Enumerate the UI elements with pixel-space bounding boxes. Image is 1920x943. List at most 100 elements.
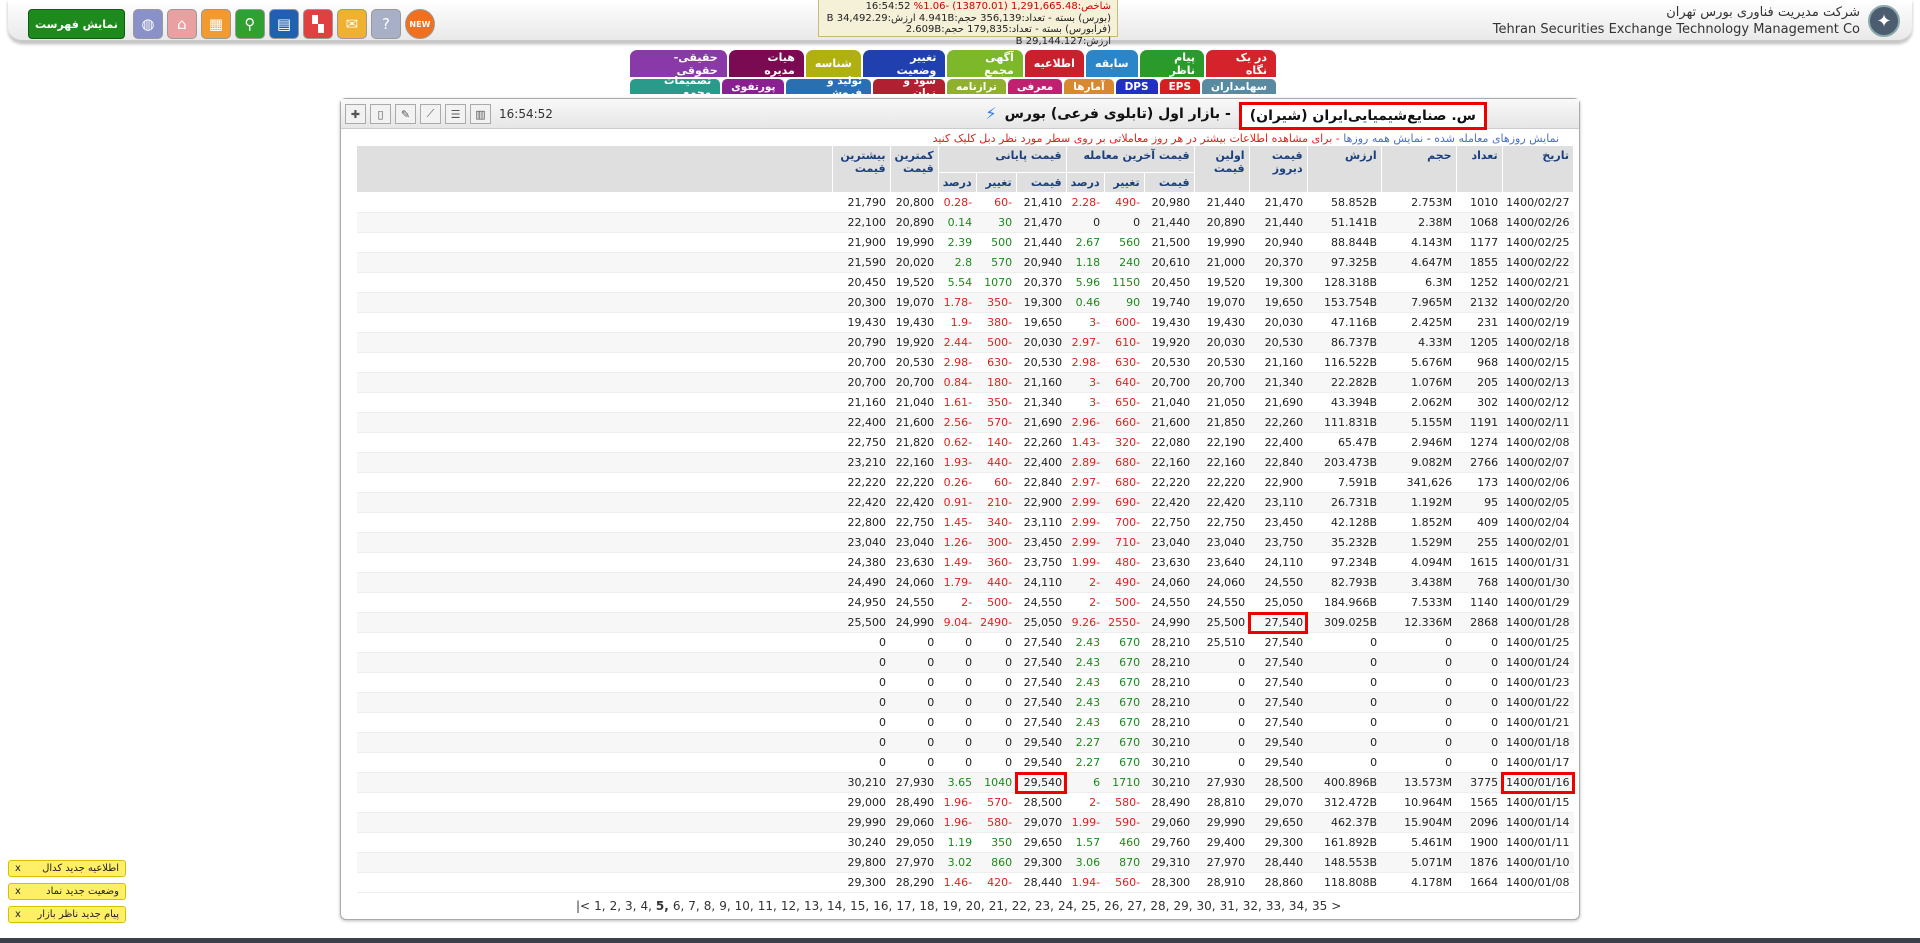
col-last-percent[interactable]: درصد [1065,172,1105,193]
tab-item[interactable]: پورتفوی [722,79,785,94]
pager-page-link[interactable]: 13, [804,899,823,913]
show-list-button[interactable]: نمایش فهرست [28,9,125,39]
notification-item[interactable]: وضعیت جدید نماد x [8,883,126,900]
table-row[interactable]: 1400/02/01 255 1.529M 35.232B 23,750 23,040 23… [356,532,1574,553]
pager-page-link[interactable]: 35 [1312,899,1327,913]
pager-page-link[interactable]: 14, [827,899,846,913]
col-close-price[interactable]: قیمت [1015,172,1067,193]
col-max[interactable]: بیشترین قیمت [831,145,891,193]
pager-page-link[interactable]: 25, [1081,899,1100,913]
pager-page-link[interactable]: 19, [943,899,962,913]
table-row[interactable]: 1400/02/21 1252 6.3M 128.318B 19,300 19,520 20… [356,272,1574,293]
tab-item[interactable]: DPS [1115,79,1158,94]
table-row[interactable]: 1400/02/15 968 5.676M 116.522B 21,160 20,530 2… [356,352,1574,373]
chart-line-icon[interactable]: ⟋ [420,104,441,124]
pager-page-link[interactable]: 8, [704,899,715,913]
close-icon[interactable]: x [15,909,21,920]
table-row[interactable]: 1400/01/30 768 3.438M 82.793B 24,550 24,060 24… [356,572,1574,593]
col-volume[interactable]: حجم [1380,145,1457,193]
tab-item[interactable]: تغییر وضعیت [862,50,946,77]
table-row[interactable]: 1400/01/17 0 0 0 29,540 0 30,210 670 2.27 29,540 0… [356,752,1574,773]
tab-item[interactable]: آگهی مجمع [947,50,1023,77]
pager-page-link[interactable]: 15, [850,899,869,913]
table-row[interactable]: 1400/01/11 1900 5.461M 161.892B 29,300 29,400… [356,832,1574,853]
pager-page-link[interactable]: 22, [1012,899,1031,913]
table-row[interactable]: 1400/02/12 302 2.062M 43.394B 21,690 21,050 21… [356,392,1574,413]
table-row[interactable]: 1400/01/22 0 0 0 27,540 0 28,210 670 2.43 27,540 0… [356,692,1574,713]
pager-page-link[interactable]: 27, [1127,899,1146,913]
pager-page-link[interactable]: 28, [1150,899,1169,913]
col-value[interactable]: ارزش [1306,145,1382,193]
col-last-change[interactable]: تغییر [1103,172,1145,193]
pager-page-link[interactable]: 34, [1289,899,1308,913]
pager-first-button[interactable]: |< [576,899,590,913]
table-row[interactable]: 1400/02/11 1191 5.155M 111.831B 22,260 21,850… [356,412,1574,433]
pager-page-link[interactable]: 24, [1058,899,1077,913]
table-row[interactable]: 1400/01/08 1664 4.178M 118.808B 28,860 28,910… [356,872,1574,893]
table-row[interactable]: 1400/01/18 0 0 0 29,540 0 30,210 670 2.27 29,540 0… [356,732,1574,753]
pager-page-link[interactable]: 21, [989,899,1008,913]
table-row[interactable]: 1400/02/19 231 2.425M 47.116B 20,030 19,430 19… [356,312,1574,333]
pager-page-link[interactable]: 32, [1243,899,1262,913]
pager-page-link[interactable]: 33, [1266,899,1285,913]
col-date[interactable]: تاریخ [1501,145,1575,193]
table-row[interactable]: 1400/01/29 1140 7.533M 184.966B 25,050 24,550… [356,592,1574,613]
tab-item[interactable]: معرفی [1007,79,1063,94]
close-icon[interactable]: x [15,886,21,897]
col-last-price[interactable]: قیمت [1143,172,1195,193]
pager-page-link[interactable]: 6, [673,899,684,913]
table-row[interactable]: 1400/01/24 0 0 0 27,540 0 28,210 670 2.43 27,540 0… [356,652,1574,673]
pager-page-link[interactable]: 5, [656,899,669,913]
pager-page-link[interactable]: 3, [625,899,636,913]
chat-icon[interactable]: ✉ [336,9,367,39]
pager-page-link[interactable]: 18, [919,899,938,913]
table-row[interactable]: 1400/02/25 1177 4.143M 88.844B 20,940 19,990 2… [356,232,1574,253]
document-icon[interactable]: ▯ [370,104,391,124]
plus-icon[interactable]: ✚ [345,104,366,124]
notification-item[interactable]: پیام جدید ناظر بازار x [8,906,126,923]
pager-page-link[interactable]: 29, [1173,899,1192,913]
tab-item[interactable]: حقیقی-حقوقی [630,50,727,77]
pager-page-link[interactable]: 1, [594,899,605,913]
tab-item[interactable]: پیام ناظر [1139,50,1204,77]
list-icon[interactable]: ☰ [445,104,466,124]
show-traded-days-link[interactable]: نمایش روزهای معامله شده [1434,132,1559,145]
table-row[interactable]: 1400/02/07 2766 9.082M 203.473B 22,840 22,160… [356,452,1574,473]
tab-item[interactable]: اطلاعیه [1024,50,1084,77]
pager-page-link[interactable]: 26, [1104,899,1123,913]
table-row[interactable]: 1400/01/25 0 0 0 27,540 25,510 28,210 670 2.43 27… [356,632,1574,653]
tab-item[interactable]: شناسه [805,50,861,77]
search-icon[interactable]: ⚲ [234,9,265,39]
table-row[interactable]: 1400/01/28 2868 12.336M 309.025B 27,540 25,50… [356,611,1574,634]
col-close-percent[interactable]: درصد [937,172,977,193]
table-row[interactable]: 1400/01/14 2096 15.904M 462.37B 29,650 29,990… [356,812,1574,833]
table-row[interactable]: 1400/01/21 0 0 0 27,540 0 28,210 670 2.43 27,540 0… [356,712,1574,733]
col-close-change[interactable]: تغییر [975,172,1017,193]
pager-page-link[interactable]: 31, [1220,899,1239,913]
table-row[interactable]: 1400/01/15 1565 10.964M 312.472B 29,070 28,81… [356,792,1574,813]
col-yesterday[interactable]: قیمت دیروز [1248,145,1308,193]
tab-item[interactable]: آمارها [1064,79,1114,94]
table-row[interactable]: 1400/02/26 1068 2.38M 51.141B 21,440 20,890 21… [356,212,1574,233]
table-row[interactable]: 1400/02/04 409 1.852M 42.128B 23,450 22,750 22… [356,512,1574,533]
table-row[interactable]: 1400/01/23 0 0 0 27,540 0 28,210 670 2.43 27,540 0… [356,672,1574,693]
pager-page-link[interactable]: 20, [966,899,985,913]
tab-item[interactable]: سهامداران [1202,79,1276,94]
pager-page-link[interactable]: 2, [610,899,621,913]
table-row[interactable]: 1400/02/08 1274 2.946M 65.47B 22,400 22,190 22… [356,432,1574,453]
market-ticker[interactable]: شاخص:1,291,665.48 (13870.01) -1.06% 16:5… [818,0,1118,47]
pager-page-link[interactable]: 30, [1197,899,1216,913]
pager-page-link[interactable]: 7, [688,899,699,913]
help-icon[interactable]: ? [370,9,401,39]
bar-chart-icon[interactable]: ▥ [470,104,491,124]
col-min[interactable]: کمترین قیمت [889,145,939,193]
grid-icon[interactable]: ▚ [302,9,333,39]
pager-page-link[interactable]: 10, [735,899,754,913]
col-first[interactable]: اولین قیمت [1193,145,1250,193]
table-row[interactable]: 1400/01/16 3775 13.573M 400.896B 28,500 27,93… [356,771,1575,794]
show-all-days-link[interactable]: نمایش همه روزها [1343,132,1423,145]
pager-next-button[interactable]: > [1331,899,1341,913]
table-row[interactable]: 1400/02/13 205 1.076M 22.282B 21,340 20,700 20… [356,372,1574,393]
globe-icon[interactable]: ◍ [132,9,163,39]
tab-item[interactable]: EPS [1159,79,1201,94]
